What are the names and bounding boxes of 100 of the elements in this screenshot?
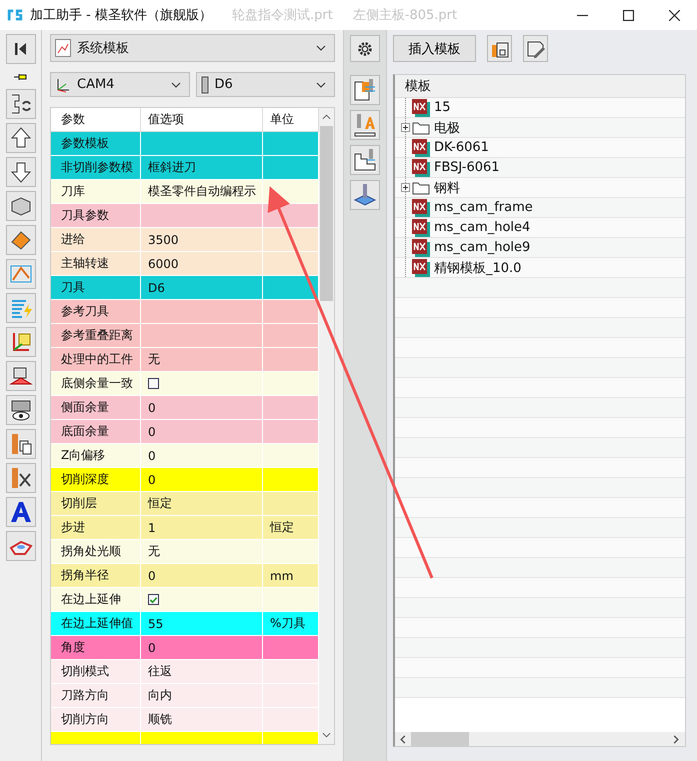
tool-dropdown[interactable]: D6 [196, 72, 335, 97]
parameter-row[interactable]: 切削方向 顺铣 [51, 708, 319, 732]
coordinate-dropdown[interactable]: CAM4 [50, 72, 190, 97]
sync-tool-button[interactable] [6, 89, 36, 119]
parameter-name-cell: 刀具参数 [51, 204, 141, 227]
caret-icon [316, 45, 326, 51]
step-cutter-icon [353, 78, 377, 102]
parameter-value-cell: 顺铣 [141, 708, 263, 731]
part-tool-button[interactable] [6, 361, 36, 391]
settings-button[interactable] [350, 35, 380, 62]
sketch-tool-button[interactable] [6, 259, 36, 289]
parameter-value-cell: 55 [141, 612, 263, 635]
expand-toggle[interactable] [401, 123, 410, 132]
maximize-icon [622, 10, 634, 20]
parameter-row[interactable]: 底侧余量一致 [51, 372, 319, 396]
parameter-value-cell: 模圣零件自动编程示 [141, 180, 263, 203]
down-arrow-icon [8, 160, 32, 184]
letter-tool-button[interactable] [6, 497, 36, 527]
parameter-row[interactable]: 角度 0 [51, 636, 319, 660]
parameter-value-cell: 往返 [141, 660, 263, 683]
axes-tool-button[interactable] [6, 327, 36, 357]
disk-pencil-icon [526, 38, 546, 58]
checkbox[interactable] [148, 378, 159, 389]
stairs-tool-button[interactable] [350, 145, 380, 175]
settings-icon [356, 40, 374, 58]
parameter-name-cell: 参考重叠距离 [51, 324, 141, 347]
parameter-value-cell: 0 [141, 396, 263, 419]
parameter-row[interactable]: 刀库 模圣零件自动编程示 [51, 180, 319, 204]
scroll-up-icon [322, 114, 331, 120]
up-tool-button[interactable] [6, 123, 36, 153]
parameter-row[interactable]: 步进 1 恒定 [51, 516, 319, 540]
parameter-name-cell: Z向偏移 [51, 444, 141, 467]
vertical-scrollbar[interactable] [319, 108, 334, 744]
tree-item[interactable]: 15 [434, 100, 451, 115]
collapse-button[interactable] [6, 34, 36, 64]
engrave-tool-button[interactable] [350, 110, 380, 140]
scrollbar-thumb[interactable] [411, 732, 469, 746]
parameter-name-cell: 底侧余量一致 [51, 372, 141, 395]
package-button[interactable] [487, 35, 512, 62]
parameter-value-cell: 0 [141, 468, 263, 491]
parameter-row[interactable]: 主轴转速 6000 [51, 252, 319, 276]
tree-item[interactable]: DK-6061 [434, 140, 489, 155]
close-icon [668, 10, 680, 20]
parameter-row[interactable]: 刀具参数 [51, 204, 319, 228]
parameter-row[interactable]: 参考刀具 [51, 300, 319, 324]
parameter-value-cell: 0 [141, 564, 263, 587]
tree-item[interactable]: 电极 [434, 118, 460, 136]
horizontal-scrollbar[interactable] [395, 732, 685, 746]
delete-tool-button[interactable] [6, 463, 36, 493]
parameter-row[interactable]: 切削层 恒定 [51, 492, 319, 516]
parameter-row[interactable]: 切削模式 往返 [51, 660, 319, 684]
boat-tool-button[interactable] [6, 531, 36, 561]
column-header: 参数 [51, 108, 141, 131]
parameter-row[interactable]: 刀具 D6 [51, 276, 319, 300]
expand-toggle[interactable] [401, 183, 410, 192]
parameter-row[interactable]: 刀路方向 向内 [51, 684, 319, 708]
step-tool-button[interactable] [350, 75, 380, 105]
parameter-name-cell: 拐角处光顺 [51, 540, 141, 563]
checkbox[interactable] [148, 594, 159, 605]
column-header: 值选项 [141, 108, 263, 131]
template-dropdown[interactable]: 系统模板 [50, 34, 335, 62]
parameter-row[interactable]: 在边上延伸值 55 %刀具 [51, 612, 319, 636]
parameter-name-cell: 参数模板 [51, 132, 141, 155]
drill-tool-button[interactable] [350, 180, 380, 210]
insert-template-button[interactable]: 插入模板 [393, 35, 476, 62]
column-header: 模板 [395, 75, 685, 98]
parameter-row[interactable]: 拐角处光顺 无 [51, 540, 319, 564]
down-tool-button[interactable] [6, 157, 36, 187]
parameter-name-cell: 刀路方向 [51, 684, 141, 707]
template-icon [55, 39, 71, 57]
pin-icon[interactable] [12, 72, 28, 82]
parameter-row[interactable]: Z向偏移 0 [51, 444, 319, 468]
parameter-row[interactable]: 进给 3500 [51, 228, 319, 252]
parameter-name-cell: 切削层 [51, 492, 141, 515]
wedge-tool-button[interactable] [6, 225, 36, 255]
scroll-left-icon [400, 734, 406, 744]
parameter-name-cell: 刀库 [51, 180, 141, 203]
parameter-row[interactable]: 参数模板 [51, 132, 319, 156]
parameter-row[interactable]: 底面余量 0 [51, 420, 319, 444]
tree-item[interactable]: FBSJ-6061 [434, 160, 500, 175]
parameter-name-cell: 处理中的工件 [51, 348, 141, 371]
parameter-row[interactable]: 在边上延伸 [51, 588, 319, 612]
parameter-row[interactable]: 处理中的工件 无 [51, 348, 319, 372]
parameter-row[interactable]: 非切削参数模 框斜进刀 [51, 156, 319, 180]
scrollbar-thumb[interactable] [320, 126, 333, 301]
save-edit-button[interactable] [523, 35, 548, 62]
cutter-letter-icon [353, 113, 377, 137]
hatch-tool-button[interactable] [6, 395, 36, 425]
parameter-value-cell: 6000 [141, 252, 263, 275]
block-tool-button[interactable] [6, 191, 36, 221]
parameter-row[interactable]: 切削深度 0 [51, 468, 319, 492]
parameter-row[interactable]: 侧面余量 0 [51, 396, 319, 420]
parameter-name-cell: 非切削参数模 [51, 156, 141, 179]
tree-item[interactable]: 钢料 [434, 178, 460, 196]
parameter-name-cell: 侧面余量 [51, 396, 141, 419]
parameter-row[interactable]: 拐角半径 0 mm [51, 564, 319, 588]
parameter-name-cell: 切削方向 [51, 708, 141, 731]
parameter-name-cell: 切削模式 [51, 660, 141, 683]
parameter-row[interactable]: 参考重叠距离 [51, 324, 319, 348]
copy-tool-button[interactable] [6, 429, 36, 459]
